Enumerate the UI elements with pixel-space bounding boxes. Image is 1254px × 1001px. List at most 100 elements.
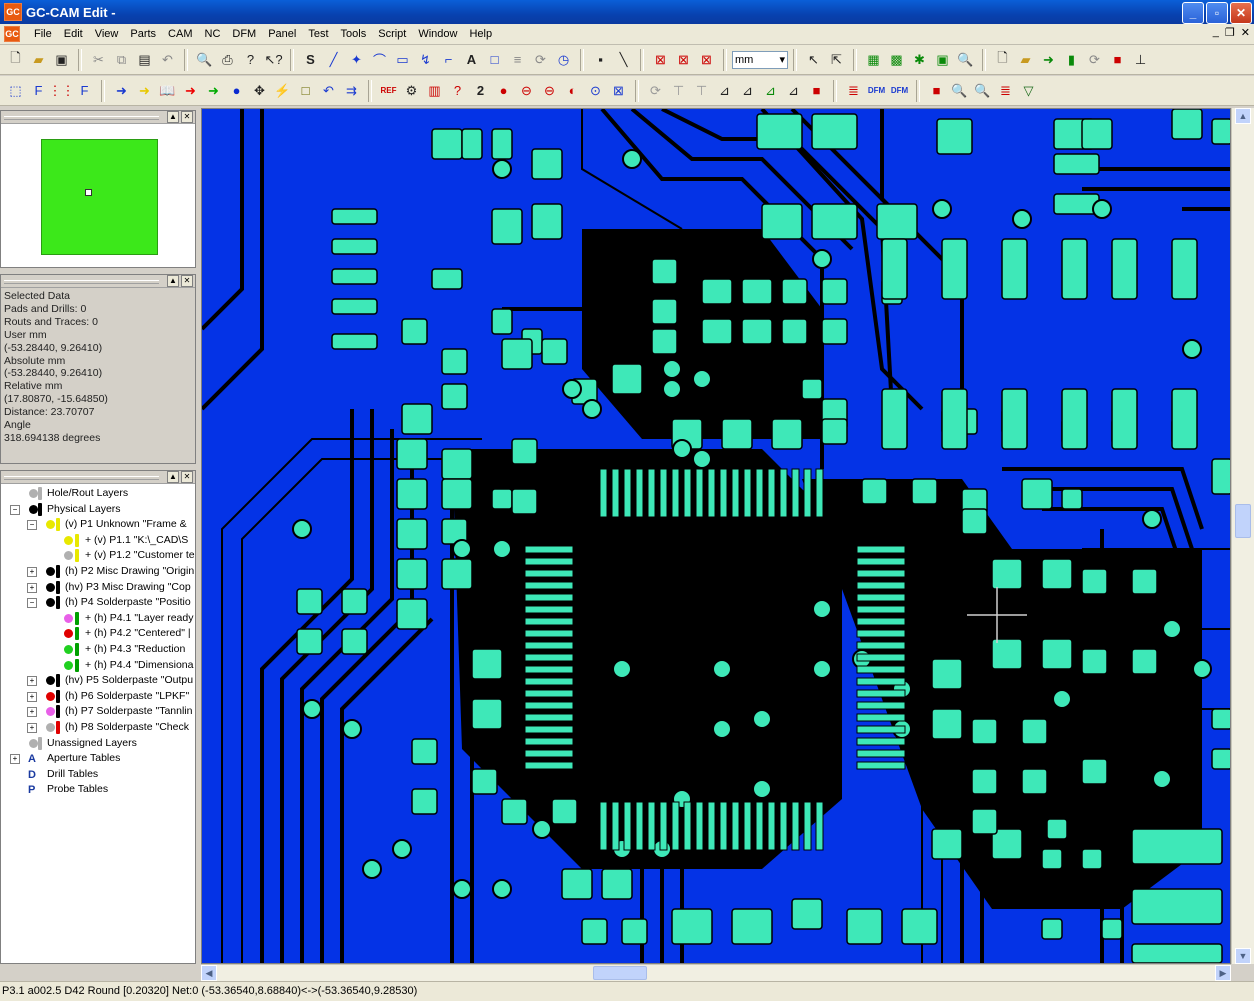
menu-dfm[interactable]: DFM [226,28,262,40]
tree-item-hole-rout-layers[interactable]: Hole/Rout Layers [1,486,195,502]
grid-icon[interactable]: ▦ [864,50,883,70]
view-marker[interactable] [85,189,92,196]
menu-help[interactable]: Help [463,28,498,40]
pointer-select-icon[interactable]: ⇱ [827,50,846,70]
expand-icon[interactable]: + [27,676,37,687]
menu-parts[interactable]: Parts [124,28,162,40]
panel-grip[interactable] [4,116,159,120]
tree-item-p2[interactable]: + (h) P2 Misc Drawing "Origin [1,564,195,580]
green-layer-icon[interactable]: ▮ [1062,50,1081,70]
red-pad-icon[interactable]: ● [494,81,513,101]
app-icon[interactable]: GC [4,3,22,21]
scroll-left-icon[interactable]: ◀ [201,965,217,981]
horizontal-scroll-thumb[interactable] [593,966,647,980]
arrow-right-yellow-icon[interactable]: ➜ [135,81,154,101]
minimize-button[interactable]: _ [1182,2,1204,24]
open-doc-icon[interactable]: ▰ [1016,50,1035,70]
measure-3-icon[interactable]: ⊠ [697,50,716,70]
axis-4-icon[interactable]: ⊿ [784,81,803,101]
scroll-right-icon[interactable]: ▶ [1215,965,1231,981]
hatch-icon[interactable]: ≡ [508,50,527,70]
measure-2-icon[interactable]: ⊠ [674,50,693,70]
stop-icon[interactable]: ■ [1108,50,1127,70]
dfm-2-icon[interactable]: DFM [890,81,909,101]
panel-close-icon[interactable]: ✕ [181,111,193,123]
square-outline-icon[interactable]: □ [296,81,315,101]
print-preview-icon[interactable]: 🔍 [195,50,214,70]
collapse-icon[interactable]: − [27,520,37,531]
pointer-icon[interactable]: ↖ [804,50,823,70]
expand-icon[interactable]: + [10,754,20,765]
tree-item-unassigned-layers[interactable]: Unassigned Layers [1,736,195,752]
new-doc-icon[interactable]: 🗋 [993,50,1012,70]
tree-item-p1-2[interactable]: + (v) P1.2 "Customer te [1,548,195,564]
tree-item-p4-3[interactable]: + (h) P4.3 "Reduction [1,642,195,658]
snap-point-icon[interactable]: ▪ [591,50,610,70]
component-icon[interactable]: ✱ [910,50,929,70]
expand-icon[interactable]: + [27,707,37,718]
zoom-disabled-icon[interactable]: 🔍 [950,81,969,101]
chip-icon[interactable]: ▩ [887,50,906,70]
tree-item-p3[interactable]: + (hv) P3 Misc Drawing "Cop [1,580,195,596]
new-file-icon[interactable]: 🗋 [6,50,25,70]
menu-panel[interactable]: Panel [262,28,302,40]
select-grid-icon[interactable]: ⋮⋮ [49,81,75,101]
tree-item-p1[interactable]: − (v) P1 Unknown "Frame & [1,517,195,533]
print-icon[interactable]: ⎙ [218,50,237,70]
route-icon[interactable]: ↯ [416,50,435,70]
units-select[interactable]: mm ▾ [732,50,788,69]
refresh-icon[interactable]: ⟳ [1085,50,1104,70]
panel-grip[interactable] [4,280,159,284]
move-icon[interactable]: ✥ [250,81,269,101]
board-preview[interactable] [41,139,158,255]
horizontal-scrollbar[interactable]: ◀ ▶ [201,964,1231,981]
arrow-right-blue-icon[interactable]: ➜ [112,81,131,101]
pad-shape-5-icon[interactable]: ⊠ [609,81,628,101]
copy-icon[interactable]: ⧉ [112,50,131,70]
mdi-minimize-icon[interactable]: _ [1213,26,1219,39]
pad-shape-2-icon[interactable]: ⊖ [540,81,559,101]
axis-icon[interactable]: ⊿ [715,81,734,101]
measure-icon[interactable]: ⊠ [651,50,670,70]
disabled-2-icon[interactable]: ⊤ [669,81,688,101]
arrow-right-red-icon[interactable]: ➜ [181,81,200,101]
axis-3-icon[interactable]: ⊿ [761,81,780,101]
book-icon[interactable]: 📖 [158,81,177,101]
menu-script[interactable]: Script [372,28,412,40]
select-corner-icon[interactable]: F [75,81,94,101]
circle-tool-icon[interactable]: ◷ [554,50,573,70]
tree-item-probe-tables[interactable]: P Probe Tables [1,782,195,798]
filter-icon[interactable]: ▽ [1019,81,1038,101]
chevron-down-icon[interactable]: ▾ [779,53,785,66]
menu-test[interactable]: Test [302,28,334,40]
ref-icon[interactable]: REF [379,81,398,101]
board-outline-icon[interactable]: ▣ [933,50,952,70]
add-pad-icon[interactable]: ✦ [347,50,366,70]
flash-icon[interactable]: ⚡ [273,81,292,101]
text-tool-icon[interactable]: A [462,50,481,70]
maximize-button[interactable]: ▫ [1206,2,1228,24]
rotate-icon[interactable]: ⟳ [531,50,550,70]
panel-close-icon[interactable]: ✕ [181,275,193,287]
pad-shape-icon[interactable]: ⊖ [517,81,536,101]
pad-array-icon[interactable]: ▥ [425,81,444,101]
arrow-right-green-icon[interactable]: ➜ [204,81,223,101]
collapse-icon[interactable]: − [27,598,37,609]
import-icon[interactable]: ➜ [1039,50,1058,70]
collapse-icon[interactable]: − [10,504,20,515]
menu-file[interactable]: File [28,28,58,40]
help-icon[interactable]: ? [241,50,260,70]
cut-icon[interactable]: ✂ [89,50,108,70]
sphere-icon[interactable]: ● [227,81,246,101]
dfm-icon[interactable]: DFM [867,81,886,101]
paste-icon[interactable]: ▤ [135,50,154,70]
zoom-disabled-2-icon[interactable]: 🔍 [973,81,992,101]
pcb-canvas[interactable] [201,108,1231,964]
question-icon[interactable]: ? [448,81,467,101]
snap-line-icon[interactable]: ╲ [614,50,633,70]
scroll-up-icon[interactable]: ▲ [1235,108,1251,124]
stop-2-icon[interactable]: ■ [927,81,946,101]
tree-item-p4-4[interactable]: + (h) P4.4 "Dimensiona [1,658,195,674]
mdi-close-icon[interactable]: ✕ [1241,26,1250,39]
layers-2-icon[interactable]: ≣ [996,81,1015,101]
